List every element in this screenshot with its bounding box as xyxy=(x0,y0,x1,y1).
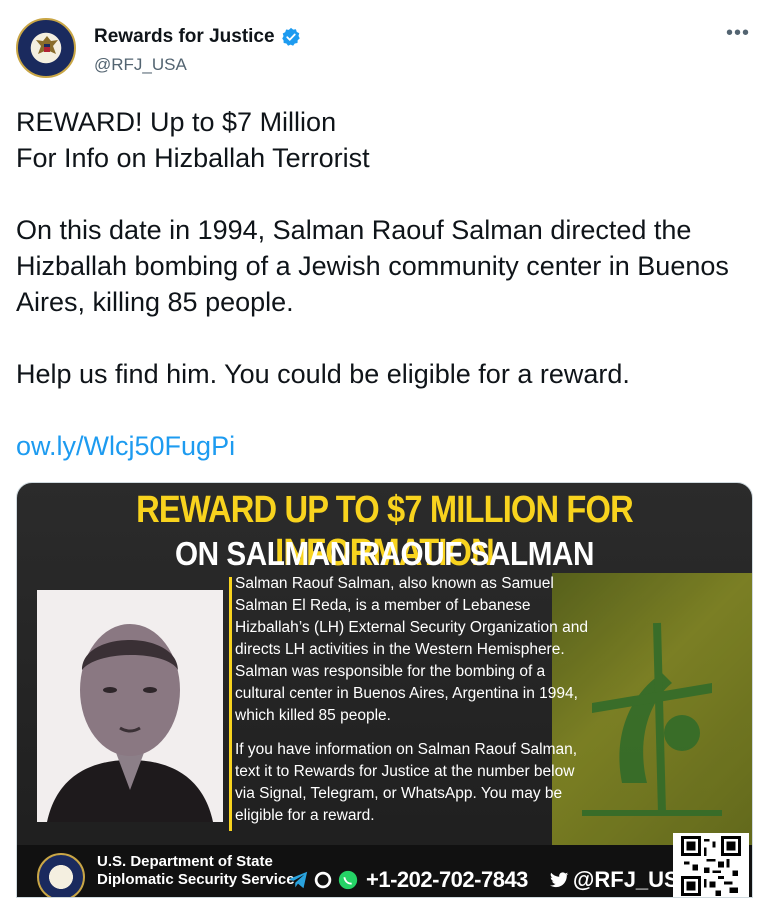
verified-badge-icon xyxy=(281,27,300,46)
poster-subheadline: ON SALMAN RAOUF SALMAN xyxy=(174,535,595,572)
qr-code-icon[interactable] xyxy=(673,833,749,897)
tweet-paragraph: Help us find him. You could be eligible … xyxy=(16,359,630,389)
account-name[interactable]: Rewards for Justice xyxy=(94,26,275,48)
department-line: Diplomatic Security Service xyxy=(97,871,295,888)
department-name: U.S. Department of State Diplomatic Secu… xyxy=(97,853,295,889)
tweet-header: Rewards for Justice @RFJ_USA ••• xyxy=(0,0,768,90)
suspect-photo xyxy=(37,590,223,822)
suspect-portrait-icon xyxy=(37,590,223,822)
tweet-body: REWARD! Up to $7 Million For Info on Hiz… xyxy=(16,104,756,392)
account-handle[interactable]: @RFJ_USA xyxy=(94,55,187,75)
eagle-seal-icon xyxy=(36,36,58,54)
contact-info: +1-202-702-7843 @RFJ_USA xyxy=(287,867,695,893)
bio-paragraph: If you have information on Salman Raouf … xyxy=(235,741,578,824)
tweet-link[interactable]: ow.ly/Wlcj50FugPi xyxy=(16,431,235,462)
phone-number: +1-202-702-7843 xyxy=(366,867,528,892)
accent-bar xyxy=(229,577,232,831)
signal-icon xyxy=(314,871,332,889)
qr-code-graphic xyxy=(681,836,741,896)
twitter-bird-icon xyxy=(550,872,569,888)
suspect-bio: Salman Raouf Salman, also known as Samue… xyxy=(229,573,595,839)
tweet-paragraph: REWARD! Up to $7 Million For Info on Hiz… xyxy=(16,107,370,173)
state-department-seal-icon xyxy=(37,853,85,897)
whatsapp-icon xyxy=(338,870,358,890)
bio-paragraph: Salman Raouf Salman, also known as Samue… xyxy=(235,575,588,724)
department-line: U.S. Department of State xyxy=(97,853,273,870)
telegram-icon xyxy=(288,871,308,889)
tweet-paragraph: On this date in 1994, Salman Raouf Salma… xyxy=(16,215,729,317)
reward-poster-image[interactable]: REWARD UP TO $7 MILLION FOR INFORMATION … xyxy=(16,482,753,898)
more-options-icon[interactable]: ••• xyxy=(726,22,750,45)
avatar[interactable] xyxy=(16,18,76,78)
